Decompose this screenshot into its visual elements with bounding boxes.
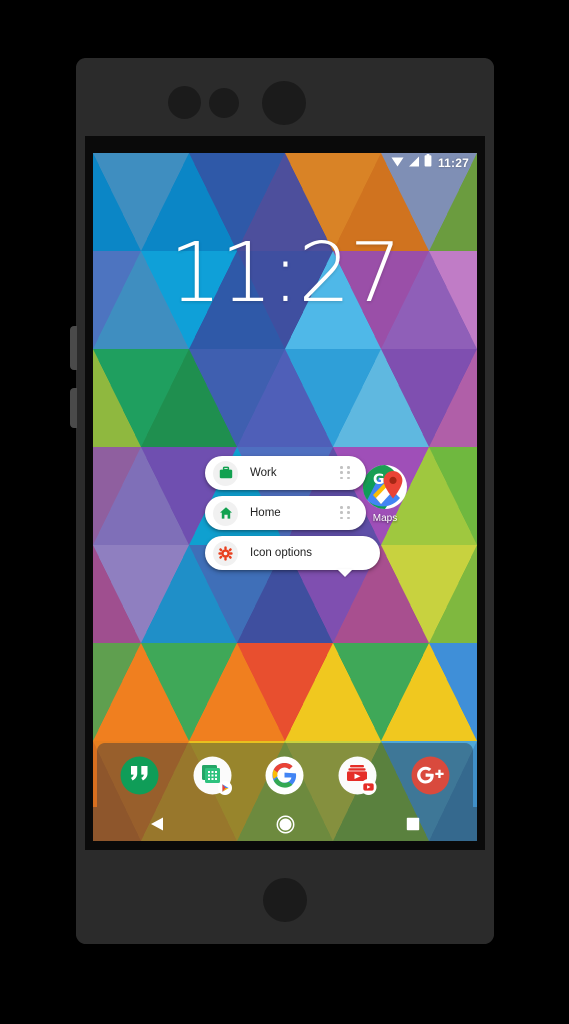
signal-icon [408,154,420,172]
navigation-bar [93,807,477,841]
dock-item-google[interactable] [263,754,306,797]
dock [97,743,473,807]
dock-item-play-store-folder[interactable] [191,754,234,797]
popup-item-icon-options[interactable]: Icon options [205,536,380,577]
popup-item-work[interactable]: Work [205,456,366,490]
popup-item-label: Home [250,507,281,519]
drag-handle-icon[interactable] [340,506,352,520]
recents-square-icon[interactable] [393,807,433,841]
popup-item-label: Work [250,467,277,479]
volume-button[interactable] [70,326,77,370]
front-camera-icon [209,88,239,118]
battery-icon [424,154,432,172]
status-bar-time: 11:27 [437,156,469,170]
back-triangle-icon[interactable] [137,807,177,841]
popup-pointer-tail [337,569,353,577]
dock-item-google-plus[interactable] [409,754,452,797]
clock-widget[interactable]: 11:27 [93,233,477,315]
clock-widget-time: 11:27 [169,226,401,321]
screenshot-stage: 11:27 11:27 G Maps Work Home Icon option… [0,0,569,1024]
popup-item-label: Icon options [250,547,313,559]
popup-item-home[interactable]: Home [205,496,366,530]
drag-handle-icon[interactable] [340,466,352,480]
wifi-icon [391,154,404,172]
dock-item-youtube-folder[interactable] [336,754,379,797]
power-button[interactable] [70,388,77,428]
earpiece-speaker-icon [262,81,306,125]
phone-device: 11:27 11:27 G Maps Work Home Icon option… [70,58,494,944]
proximity-sensor-icon [168,86,201,119]
phone-bottom-bezel [76,850,494,944]
house-icon [213,500,238,526]
shortcut-popup-menu: Work Home Icon options [205,456,380,577]
home-circle-icon[interactable] [265,807,305,841]
gear-icon [213,540,238,566]
phone-screen[interactable]: 11:27 11:27 G Maps Work Home Icon option… [93,153,477,841]
phone-top-bezel [76,58,494,136]
status-bar[interactable]: 11:27 [93,153,477,173]
briefcase-icon [213,460,238,486]
home-button-icon[interactable] [263,878,307,922]
dock-item-hangouts[interactable] [118,754,161,797]
